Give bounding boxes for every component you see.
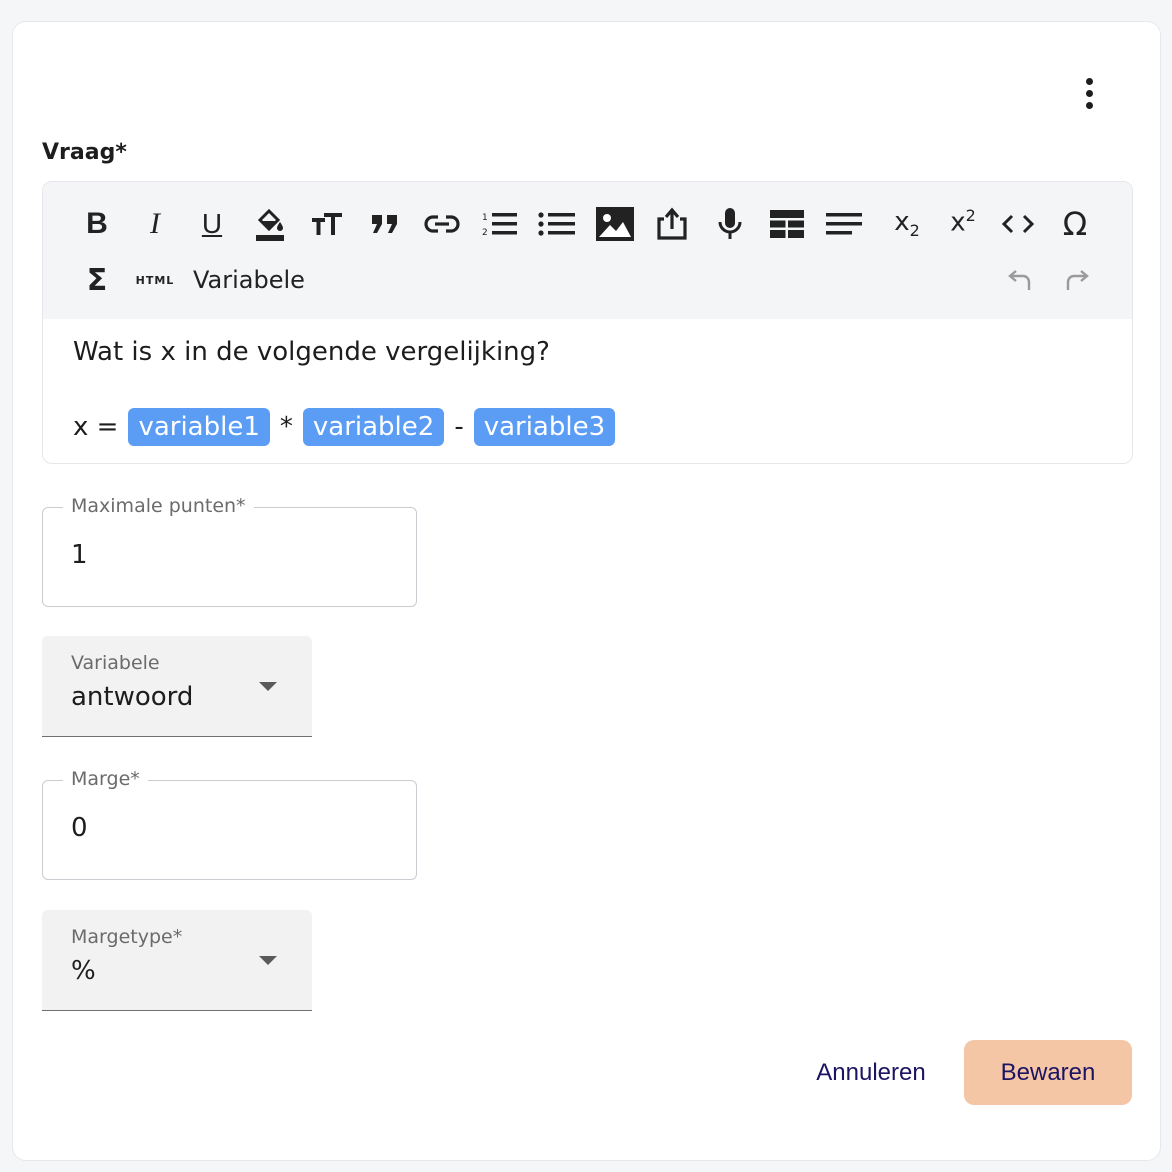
- question-label: Vraag*: [42, 140, 127, 165]
- cancel-button[interactable]: Annuleren: [792, 1046, 950, 1100]
- margin-type-select[interactable]: Margetype* %: [42, 910, 312, 1011]
- font-size-icon[interactable]: [305, 202, 349, 246]
- more-dot: [1085, 77, 1093, 85]
- redo-icon[interactable]: [1055, 258, 1099, 302]
- more-options-button[interactable]: [1068, 68, 1110, 118]
- link-icon[interactable]: [420, 202, 464, 246]
- editor-content[interactable]: Wat is x in de volgende vergelijking? x …: [43, 319, 1132, 463]
- code-icon[interactable]: [996, 202, 1040, 246]
- variable-select-value: antwoord: [71, 682, 194, 712]
- question-text: Wat is x in de volgende vergelijking?: [73, 337, 550, 367]
- margin-field[interactable]: Marge* 0: [42, 768, 417, 880]
- max-points-field[interactable]: Maximale punten* 1: [42, 495, 417, 607]
- margin-type-label: Margetype*: [71, 926, 183, 948]
- variable-select-label: Variabele: [71, 652, 160, 674]
- svg-text:2: 2: [482, 228, 488, 237]
- upload-icon[interactable]: [650, 202, 694, 246]
- more-dot: [1085, 101, 1093, 109]
- underline-icon[interactable]: U: [190, 202, 234, 246]
- italic-icon[interactable]: I: [133, 202, 177, 246]
- superscript-icon[interactable]: x2: [941, 200, 985, 244]
- equation-prefix: x =: [73, 412, 119, 442]
- image-icon[interactable]: [593, 202, 637, 246]
- margin-label: Marge*: [63, 768, 148, 790]
- operator: *: [279, 412, 293, 442]
- subscript-icon[interactable]: x2: [885, 202, 929, 246]
- editor-toolbar: B I U 1 2 x2 x2 Ω Σ HTML Variabele: [43, 182, 1132, 319]
- undo-icon[interactable]: [998, 258, 1042, 302]
- variable-chip[interactable]: variable1: [128, 408, 270, 446]
- variable-chip[interactable]: variable2: [302, 408, 445, 446]
- bold-icon[interactable]: B: [75, 202, 119, 246]
- sigma-icon[interactable]: Σ: [75, 258, 119, 302]
- variabele-button[interactable]: Variabele: [193, 258, 305, 302]
- operator: -: [454, 412, 464, 442]
- chevron-down-icon: [259, 682, 277, 691]
- fill-color-icon[interactable]: [248, 202, 292, 246]
- html-icon[interactable]: HTML: [131, 258, 179, 302]
- variable-select[interactable]: Variabele antwoord: [42, 636, 312, 737]
- align-icon[interactable]: [823, 202, 867, 246]
- special-char-icon[interactable]: Ω: [1053, 202, 1097, 246]
- svg-text:1: 1: [482, 213, 488, 223]
- microphone-icon[interactable]: [708, 202, 752, 246]
- ordered-list-icon[interactable]: 1 2: [478, 202, 522, 246]
- rich-text-editor: B I U 1 2 x2 x2 Ω Σ HTML Variabele Wat i…: [42, 181, 1133, 464]
- max-points-value: 1: [71, 540, 88, 570]
- bullet-list-icon[interactable]: [535, 202, 579, 246]
- variable-chip[interactable]: variable3: [473, 408, 616, 446]
- margin-type-value: %: [71, 956, 96, 986]
- save-button[interactable]: Bewaren: [964, 1040, 1132, 1105]
- table-icon[interactable]: [765, 202, 809, 246]
- chevron-down-icon: [259, 956, 277, 965]
- blockquote-icon[interactable]: [363, 202, 407, 246]
- margin-value: 0: [71, 813, 88, 843]
- more-dot: [1085, 89, 1093, 97]
- equation-line: x = variable1 * variable2 - variable3: [73, 408, 616, 446]
- max-points-label: Maximale punten*: [63, 495, 254, 517]
